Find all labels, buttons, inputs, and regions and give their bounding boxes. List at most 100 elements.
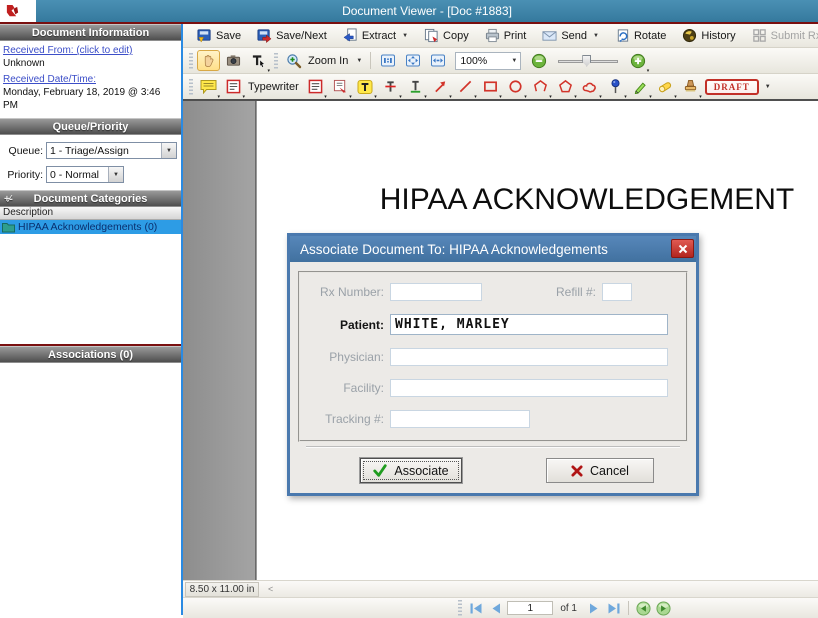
save-next-button[interactable]: Save/Next	[252, 26, 332, 46]
history-back-button[interactable]	[635, 600, 652, 616]
fit-page-button[interactable]	[401, 50, 424, 71]
zoom-level-dropdown-arrow-icon[interactable]: ▼	[511, 58, 517, 64]
ellipse-tool-button[interactable]	[504, 76, 527, 97]
stamp-tool-button[interactable]	[679, 76, 702, 97]
page-number-input[interactable]	[507, 601, 553, 615]
first-page-button[interactable]	[467, 600, 484, 616]
copy-button[interactable]: Copy	[419, 26, 474, 46]
toolbar-grip[interactable]	[274, 53, 278, 69]
text-note-icon	[226, 79, 241, 94]
line-annotation-icon	[458, 79, 473, 94]
zoom-in-circle-icon	[630, 53, 646, 69]
strikeout-text-tool-button[interactable]	[379, 76, 402, 97]
zoom-in-label: Zoom In	[308, 55, 348, 67]
history-forward-button[interactable]	[655, 600, 672, 616]
description-column-header[interactable]: Description	[0, 207, 181, 220]
zoom-mode-dropdown-arrow-icon[interactable]: ▼	[356, 58, 362, 64]
print-button-label: Print	[504, 30, 527, 42]
fit-width-button[interactable]	[426, 50, 449, 71]
save-button[interactable]: Save	[192, 26, 246, 46]
fit-page-icon	[405, 53, 421, 68]
zoom-slider[interactable]	[558, 54, 618, 68]
highlighter-tool-button[interactable]	[654, 76, 677, 97]
rx-number-input[interactable]	[390, 283, 482, 301]
zoom-in-tool-button[interactable]	[282, 50, 305, 71]
associate-button[interactable]: Associate	[360, 458, 462, 483]
first-page-icon	[469, 602, 483, 615]
dialog-titlebar[interactable]: Associate Document To: HIPAA Acknowledge…	[290, 236, 696, 262]
facility-input[interactable]	[390, 379, 668, 397]
pencil-tool-button[interactable]	[629, 76, 652, 97]
rotate-button[interactable]: Rotate	[610, 26, 671, 46]
submit-rx-button[interactable]: Submit Rx	[747, 26, 818, 46]
history-button[interactable]: History	[677, 26, 740, 46]
app-icon-box	[0, 0, 36, 22]
rectangle-tool-button[interactable]	[479, 76, 502, 97]
add-remove-category-icon[interactable]	[4, 192, 12, 208]
category-row-selected[interactable]: HIPAA Acknowledgements (0)	[0, 220, 181, 234]
toolbar-grip[interactable]	[189, 79, 193, 95]
queue-select[interactable]: 1 - Triage/Assign ▼	[46, 142, 177, 159]
zoom-slider-thumb[interactable]	[582, 55, 591, 67]
note-export-tool-button[interactable]	[329, 76, 352, 97]
highlight-text-tool-button[interactable]	[354, 76, 377, 97]
next-page-button[interactable]	[585, 600, 602, 616]
note-box-tool-button[interactable]	[304, 76, 327, 97]
pushpin-icon	[609, 79, 622, 94]
cancel-button[interactable]: Cancel	[546, 458, 654, 483]
queue-priority-header: Queue/Priority	[0, 118, 181, 135]
print-button[interactable]: Print	[480, 26, 532, 46]
extract-button[interactable]: Extract ▼	[338, 26, 413, 46]
note-box-icon	[308, 79, 323, 94]
tracking-number-input[interactable]	[390, 410, 530, 428]
received-date-link[interactable]: Received Date/Time:	[3, 73, 178, 86]
nav-grip[interactable]	[458, 600, 462, 616]
titlebar: Document Viewer - [Doc #1883]	[0, 0, 818, 22]
zoom-out-button[interactable]	[527, 50, 550, 71]
queue-select-arrow-icon[interactable]: ▼	[161, 143, 176, 158]
pdf-app-icon	[5, 4, 20, 19]
document-information-header: Document Information	[0, 24, 181, 41]
document-categories-header-label: Document Categories	[34, 193, 148, 205]
select-text-tool-button[interactable]	[247, 50, 270, 71]
pentagon-tool-button[interactable]	[554, 76, 577, 97]
send-dropdown-arrow-icon[interactable]: ▼	[593, 33, 599, 39]
physician-input[interactable]	[390, 348, 668, 366]
stamp-dropdown-arrow-icon[interactable]: ▼	[765, 84, 771, 90]
toolbar-grip[interactable]	[189, 53, 193, 69]
pushpin-tool-button[interactable]	[604, 76, 627, 97]
typewriter-label[interactable]: Typewriter	[248, 81, 299, 93]
patient-input[interactable]	[390, 314, 668, 335]
sidebar: Document Information Received From: (cli…	[0, 24, 183, 615]
send-button[interactable]: Send ▼	[537, 26, 604, 46]
hand-tool-button[interactable]	[197, 50, 220, 71]
refill-input[interactable]	[602, 283, 632, 301]
rx-number-label: Rx Number:	[300, 285, 390, 299]
history-forward-icon	[656, 601, 671, 616]
collapse-chevron-icon[interactable]: <	[268, 584, 273, 594]
text-note-tool-button[interactable]	[222, 76, 245, 97]
actual-size-button[interactable]	[376, 50, 399, 71]
underline-text-tool-button[interactable]	[404, 76, 427, 97]
polygon-tool-button[interactable]	[529, 76, 552, 97]
dialog-close-button[interactable]	[671, 239, 694, 258]
zoom-in-step-button[interactable]	[626, 50, 649, 71]
extract-dropdown-arrow-icon[interactable]: ▼	[402, 33, 408, 39]
history-button-label: History	[701, 30, 735, 42]
ellipse-annotation-icon	[508, 79, 523, 94]
draft-stamp-button[interactable]: DRAFT	[705, 79, 759, 95]
line-tool-button[interactable]	[454, 76, 477, 97]
sticky-note-tool-button[interactable]	[197, 76, 220, 97]
arrow-tool-button[interactable]	[429, 76, 452, 97]
received-from-link[interactable]: Received From: (click to edit)	[3, 44, 178, 57]
snapshot-tool-button[interactable]	[222, 50, 245, 71]
last-page-button[interactable]	[605, 600, 622, 616]
cloud-tool-button[interactable]	[579, 76, 602, 97]
document-heading: HIPAA ACKNOWLEDGEMENT	[356, 183, 818, 217]
status-bar: 8.50 x 11.00 in <	[183, 580, 818, 597]
priority-select-arrow-icon[interactable]: ▼	[108, 167, 123, 182]
zoom-level-combo[interactable]: 100% ▼	[455, 52, 521, 70]
submit-rx-button-label: Submit Rx	[771, 30, 818, 42]
previous-page-button[interactable]	[487, 600, 504, 616]
priority-select[interactable]: 0 - Normal ▼	[46, 166, 124, 183]
